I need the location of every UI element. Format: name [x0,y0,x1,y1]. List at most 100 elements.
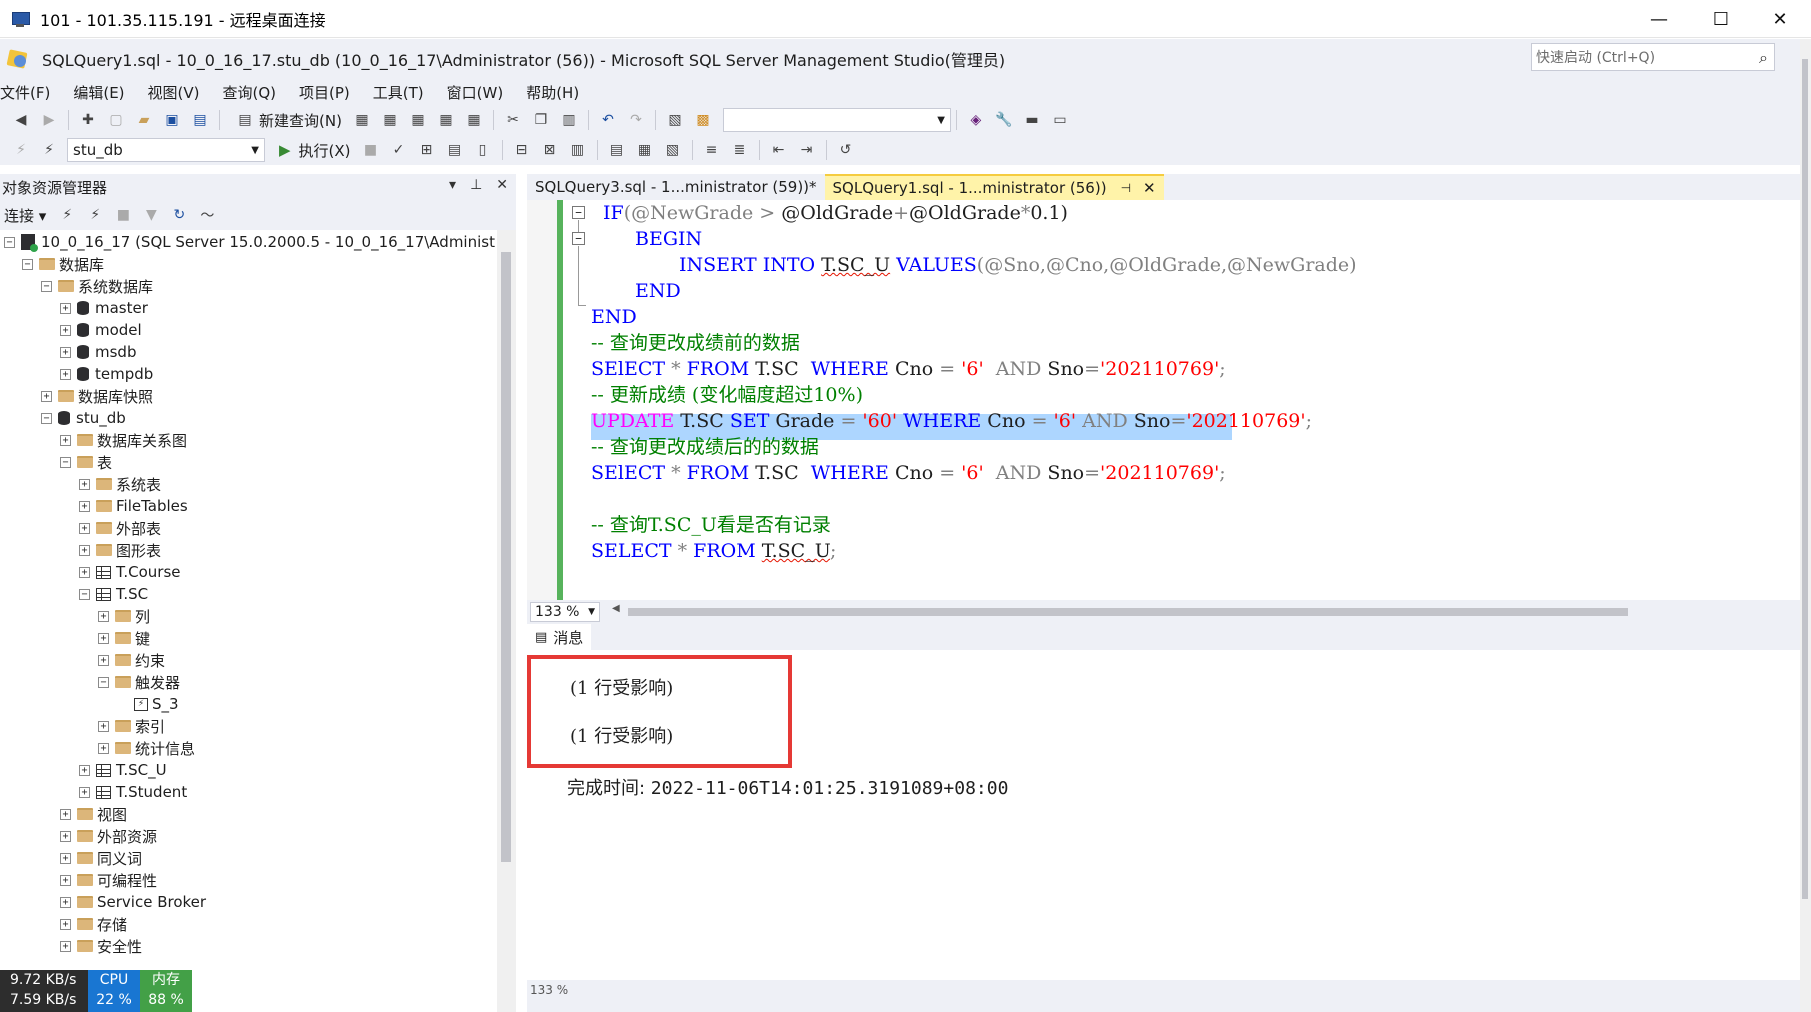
tree-node-external-tables[interactable]: + 外部表 [79,517,161,539]
tree-node-stu-db[interactable]: − stu_db [41,407,126,429]
forward-icon[interactable]: ▶ [38,109,60,131]
add-item-icon[interactable]: ▢ [105,109,127,131]
pin-tab-icon[interactable]: ⊣ [1121,181,1131,195]
editor-horizontal-scrollbar[interactable]: ◀ [612,603,1792,618]
copy-icon[interactable]: ❐ [530,109,552,131]
stop-icon[interactable]: ■ [360,139,382,161]
collapse-icon[interactable]: − [98,676,109,688]
tree-node-security[interactable]: + 安全性 [60,935,142,957]
specify-values-icon[interactable]: ↺ [835,139,857,161]
connect-icon[interactable]: ⚡ [10,139,32,161]
close-tab-icon[interactable]: ✕ [1143,179,1156,197]
collapse-icon[interactable]: − [79,588,90,600]
scroll-left-icon[interactable]: ◀ [612,603,620,614]
tree-node-t-student[interactable]: + T.Student [79,781,187,803]
menu-project[interactable]: 项目(P) [299,82,350,103]
visual-studio-icon[interactable]: ◈ [965,109,987,131]
menu-query[interactable]: 查询(Q) [223,82,277,103]
expand-icon[interactable]: + [79,500,90,512]
maximize-button[interactable]: ☐ [1690,0,1752,38]
cut-icon[interactable]: ✂ [502,109,524,131]
tree-node-t-course[interactable]: + T.Course [79,561,181,583]
include-actual-plan-icon[interactable]: ⊟ [511,139,533,161]
expand-icon[interactable]: + [98,742,109,754]
collapse-icon[interactable]: − [41,412,52,424]
dax-query-icon[interactable]: ▦ [463,109,485,131]
execute-button[interactable]: ▶ 执行(X) [279,140,351,161]
xmla-query-icon[interactable]: ▦ [435,109,457,131]
activity-monitor-icon[interactable]: ▧ [664,109,686,131]
editor-zoom-select[interactable]: 133 % ▼ [530,602,600,622]
tree-node-snapshots[interactable]: + 数据库快照 [41,385,153,407]
increase-indent-icon[interactable]: ⇥ [796,139,818,161]
tab-sqlquery3[interactable]: SQLQuery3.sql - 1...ministrator (59))* [527,174,825,200]
tab-messages[interactable]: ▤ 消息 [527,624,592,650]
expand-icon[interactable]: + [98,632,109,644]
dmx-query-icon[interactable]: ▦ [407,109,429,131]
menu-edit[interactable]: 编辑(E) [73,82,124,103]
filter-icon[interactable]: ▼ [140,204,162,226]
tree-node-programmability[interactable]: + 可编程性 [60,869,157,891]
comment-icon[interactable]: ≡ [701,139,723,161]
undo-icon[interactable]: ↶ [597,109,619,131]
tree-node-triggers[interactable]: − 触发器 [98,671,180,693]
paste-icon[interactable]: ▥ [558,109,580,131]
tree-node-t-sc[interactable]: − T.SC [79,583,148,605]
tree-node-views[interactable]: + 视图 [60,803,127,825]
tree-node-indexes[interactable]: + 索引 [98,715,165,737]
database-select[interactable]: stu_db ▼ [67,138,265,162]
expand-icon[interactable]: + [41,390,52,402]
window-vertical-scrollbar[interactable] [1800,39,1811,1012]
tree-node-system-tables[interactable]: + 系统表 [79,473,161,495]
tree-node-t-sc-u[interactable]: + T.SC_U [79,759,167,781]
results-to-grid-icon[interactable]: ▦ [634,139,656,161]
fold-collapse-icon[interactable]: − [572,206,585,219]
tree-node-tempdb[interactable]: + tempdb [60,363,153,385]
tree-node-msdb[interactable]: + msdb [60,341,136,363]
new-query-button[interactable]: ▤ 新建查询(N) [231,109,342,131]
menu-window[interactable]: 窗口(W) [447,82,504,103]
decrease-indent-icon[interactable]: ⇤ [768,139,790,161]
expand-icon[interactable]: + [79,786,90,798]
display-estimated-plan-icon[interactable]: ⊞ [416,139,438,161]
collapse-icon[interactable]: − [22,258,33,270]
expand-icon[interactable]: + [60,874,71,886]
expand-icon[interactable]: + [60,940,71,952]
activity-icon[interactable]: 〜 [196,204,218,226]
tree-node-model[interactable]: + model [60,319,142,341]
redo-icon[interactable]: ↷ [625,109,647,131]
window-layout-icon[interactable]: ▭ [1049,109,1071,131]
expand-icon[interactable]: + [60,302,71,314]
new-project-icon[interactable]: ✚ [77,109,99,131]
quick-launch-input[interactable]: 快速启动 (Ctrl+Q) ⌕ [1531,43,1775,71]
tab-sqlquery1[interactable]: SQLQuery1.sql - 1...ministrator (56)) ⊣ … [824,174,1164,200]
refresh-icon[interactable]: ↻ [168,204,190,226]
tree-node-external-resources[interactable]: + 外部资源 [60,825,157,847]
expand-icon[interactable]: + [60,808,71,820]
tree-node-system-databases[interactable]: − 系统数据库 [41,275,153,297]
tree-node-graph-tables[interactable]: + 图形表 [79,539,161,561]
open-file-icon[interactable]: ▰ [133,109,155,131]
results-to-text-icon[interactable]: ▤ [606,139,628,161]
minimize-button[interactable]: — [1628,0,1690,38]
tree-node-s3[interactable]: ⚡ S_3 [134,693,179,715]
menu-tools[interactable]: 工具(T) [373,82,424,103]
query-options-icon[interactable]: ▤ [444,139,466,161]
collapse-icon[interactable]: − [41,280,52,292]
scrollbar-thumb[interactable] [501,252,511,862]
change-connection-icon[interactable]: ⚡ [38,139,60,161]
expand-icon[interactable]: + [60,852,71,864]
parse-icon[interactable]: ✓ [388,139,410,161]
results-to-file-icon[interactable]: ▧ [662,139,684,161]
tree-node-filetables[interactable]: + FileTables [79,495,188,517]
expand-icon[interactable]: + [79,764,90,776]
find-combo[interactable]: ▼ [722,108,951,132]
collapse-icon[interactable]: − [60,456,71,468]
uncomment-icon[interactable]: ≣ [729,139,751,161]
intellisense-icon[interactable]: ▯ [472,139,494,161]
wrench-icon[interactable]: 🔧 [993,109,1015,131]
client-statistics-icon[interactable]: ▥ [567,139,589,161]
expand-icon[interactable]: + [60,830,71,842]
menu-help[interactable]: 帮助(H) [526,82,579,103]
expand-icon[interactable]: + [79,566,90,578]
